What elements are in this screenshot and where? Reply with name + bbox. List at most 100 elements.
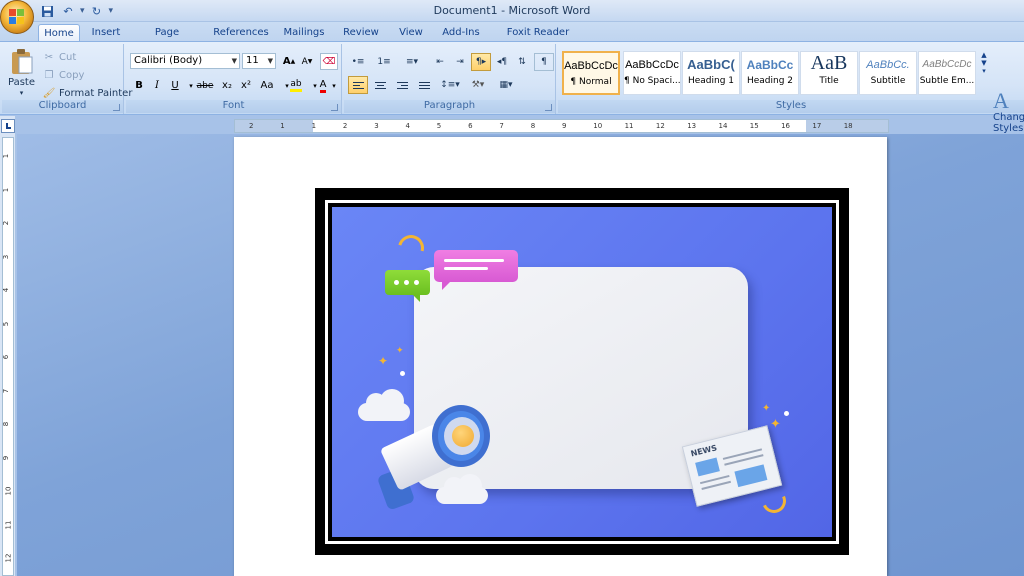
grow-font-button[interactable]: A ▲ xyxy=(280,53,298,70)
font-color-icon: A xyxy=(319,79,327,93)
numbering-button[interactable]: 1≡ xyxy=(374,53,394,71)
style-sample: AaBbCc xyxy=(746,58,794,72)
office-button[interactable] xyxy=(0,0,34,34)
font-group-label: Font xyxy=(126,100,341,113)
clipboard-icon xyxy=(11,49,32,74)
font-launcher-icon[interactable] xyxy=(331,104,338,111)
scroll-down-icon[interactable]: ▼ xyxy=(978,59,990,67)
ltr-paragraph-button[interactable]: ¶▸ xyxy=(471,53,491,71)
tab-review[interactable]: Review xyxy=(340,24,382,42)
multilevel-list-icon: ≡▾ xyxy=(405,57,419,67)
paragraph-launcher-icon[interactable] xyxy=(545,104,552,111)
justify-button[interactable] xyxy=(414,76,434,94)
inserted-picture[interactable]: ✦ ✦ ✦ ✦ NEWS xyxy=(315,188,849,555)
subscript-button[interactable]: x₂ xyxy=(218,77,236,94)
paste-dropdown-icon[interactable]: ▾ xyxy=(20,89,24,97)
sort-button[interactable]: ⇅ xyxy=(512,53,532,71)
picture-border: ✦ ✦ ✦ ✦ NEWS xyxy=(325,200,839,544)
style-name: Heading 2 xyxy=(746,76,794,86)
font-family-value: Calibri (Body) xyxy=(134,55,203,66)
ruler-tick-label: 14 xyxy=(718,122,728,130)
style-name: Subtitle xyxy=(870,76,906,86)
tab-view[interactable]: View xyxy=(394,24,428,42)
bullets-icon: •≡ xyxy=(351,57,365,67)
align-left-button[interactable] xyxy=(348,76,368,94)
styles-group: AaBbCcDc ¶ Normal AaBbCcDc ¶ No Spaci...… xyxy=(558,44,1024,114)
style-sample: AaBbCc. xyxy=(866,59,910,71)
chevron-down-icon: ▼ xyxy=(267,57,273,65)
clear-formatting-button[interactable]: ⌫ xyxy=(320,53,338,70)
tab-page-layout[interactable]: Page Layout xyxy=(137,24,197,55)
vertical-ruler[interactable]: 1 1 2 3 4 5 6 7 8 9 10 11 12 xyxy=(2,137,14,576)
highlighter-icon: ab xyxy=(290,79,302,92)
font-size-combo[interactable]: 11 ▼ xyxy=(242,53,276,69)
ruler-tick-label: 8 xyxy=(2,421,11,427)
format-painter-button[interactable]: 🖌 Format Painter xyxy=(42,86,133,100)
scroll-up-icon[interactable]: ▲ xyxy=(978,51,990,59)
show-hide-button[interactable]: ¶ xyxy=(534,53,554,71)
styles-more-icon[interactable]: ▾ xyxy=(978,67,990,75)
paste-button[interactable]: Paste ▾ xyxy=(8,48,35,97)
document-page[interactable]: ✦ ✦ ✦ ✦ NEWS xyxy=(234,137,887,576)
highlight-button[interactable]: ab xyxy=(286,77,306,94)
decrease-indent-button[interactable]: ⇤ xyxy=(430,53,450,71)
multilevel-list-button[interactable]: ≡▾ xyxy=(402,53,422,71)
pilcrow-icon: ¶ xyxy=(541,57,547,67)
change-case-button[interactable]: Aa xyxy=(256,77,278,94)
clipboard-launcher-icon[interactable] xyxy=(113,104,120,111)
ruler-tick-label: 12 xyxy=(4,553,13,563)
strikethrough-button[interactable]: abe xyxy=(194,77,216,94)
align-center-button[interactable] xyxy=(370,76,390,94)
bullets-button[interactable]: •≡ xyxy=(348,53,368,71)
increase-indent-button[interactable]: ⇥ xyxy=(450,53,470,71)
dot-decoration xyxy=(400,371,405,376)
style-name: Subtle Em... xyxy=(919,76,975,86)
ruler-tick-label: 16 xyxy=(781,122,791,130)
tab-home[interactable]: Home xyxy=(38,24,80,42)
scissors-icon: ✂ xyxy=(44,51,54,63)
line-spacing-button[interactable]: ↕≡▾ xyxy=(440,76,460,94)
style-subtitle[interactable]: AaBbCc. Subtitle xyxy=(859,51,917,95)
align-right-button[interactable] xyxy=(392,76,412,94)
tab-selector-icon[interactable] xyxy=(1,119,15,133)
font-color-dropdown-icon[interactable]: ▾ xyxy=(329,77,339,94)
change-styles-button[interactable]: A Change Styles xyxy=(993,90,1024,135)
tab-mailings[interactable]: Mailings xyxy=(282,24,326,42)
cut-button[interactable]: ✂ Cut xyxy=(42,50,76,64)
shrink-font-button[interactable]: A ▼ xyxy=(298,53,316,70)
style-title[interactable]: AaB Title xyxy=(800,51,858,95)
tab-add-ins[interactable]: Add-Ins xyxy=(440,24,482,42)
ribbon: Paste ▾ ✂ Cut ❐ Copy 🖌 Format Painter Cl… xyxy=(0,41,1024,134)
shading-button[interactable]: ⚒▾ xyxy=(468,76,488,94)
superscript-button[interactable]: x² xyxy=(237,77,255,94)
style-no-spacing[interactable]: AaBbCcDc ¶ No Spaci... xyxy=(623,51,681,95)
style-heading-2[interactable]: AaBbCc Heading 2 xyxy=(741,51,799,95)
tab-references[interactable]: References xyxy=(212,24,270,42)
rtl-paragraph-button[interactable]: ◂¶ xyxy=(492,53,512,71)
paragraph-group-label: Paragraph xyxy=(344,100,555,113)
style-subtle-emphasis[interactable]: AaBbCcDc Subtle Em... xyxy=(918,51,976,95)
style-heading-1[interactable]: AaBbC( Heading 1 xyxy=(682,51,740,95)
ribbon-tabs: Home Insert Page Layout References Maili… xyxy=(0,22,1024,55)
change-styles-label: Change Styles xyxy=(993,112,1024,134)
font-size-value: 11 xyxy=(246,55,259,66)
eraser-icon: ⌫ xyxy=(322,56,336,67)
border-icon: ▦▾ xyxy=(499,80,513,90)
styles-group-label: Styles xyxy=(558,100,1024,113)
horizontal-ruler[interactable]: 2 1 1 2 3 4 5 6 7 8 9 10 11 12 13 14 15 16 17 18 xyxy=(234,119,889,133)
paragraph-group: •≡ 1≡ ≡▾ ⇤ ⇥ ¶▸ ◂¶ ⇅ ¶ ↕≡▾ ⚒▾ ▦▾ Paragra… xyxy=(344,44,556,114)
font-family-combo[interactable]: Calibri (Body) ▼ xyxy=(130,53,240,69)
tab-foxit-reader-pdf[interactable]: Foxit Reader PDF xyxy=(497,24,579,55)
ruler-tick-label: 7 xyxy=(499,122,504,130)
bold-button[interactable]: B xyxy=(130,77,148,94)
sparkle-icon: ✦ xyxy=(378,354,389,368)
borders-button[interactable]: ▦▾ xyxy=(496,76,516,94)
signal-arc-icon xyxy=(393,230,429,266)
italic-button[interactable]: I xyxy=(148,77,166,94)
ruler-tick-label: 2 xyxy=(249,122,254,130)
style-sample: AaBbCcDc xyxy=(564,60,618,72)
tab-insert[interactable]: Insert xyxy=(88,24,124,42)
copy-button[interactable]: ❐ Copy xyxy=(42,68,85,82)
style-normal[interactable]: AaBbCcDc ¶ Normal xyxy=(562,51,620,95)
ruler-tick-label: 3 xyxy=(374,122,379,130)
